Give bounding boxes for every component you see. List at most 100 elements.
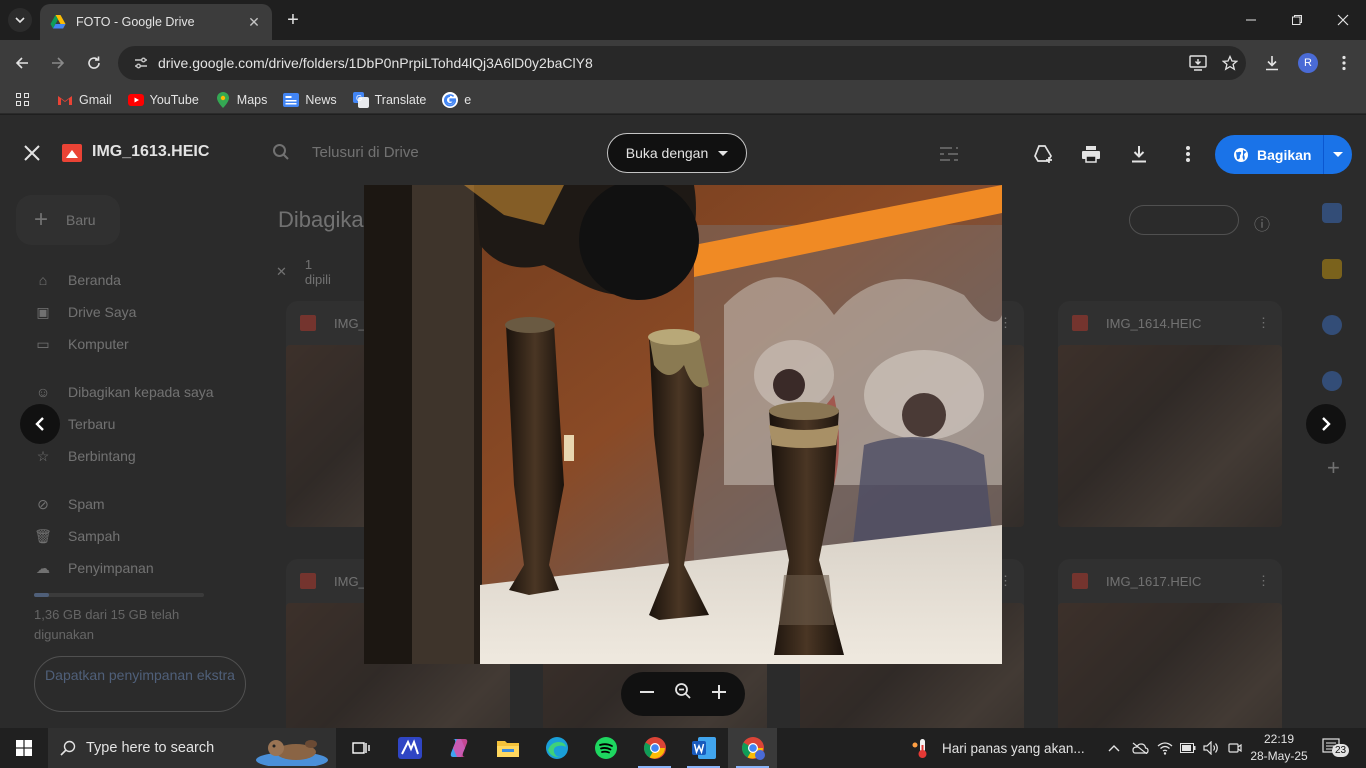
bookmark-star-icon[interactable]: [1214, 55, 1246, 71]
zoom-out-button[interactable]: [639, 683, 655, 706]
search-options-icon[interactable]: [935, 140, 963, 168]
minimize-icon: [1246, 19, 1256, 21]
word-button[interactable]: [679, 728, 728, 768]
nav-komputer[interactable]: ▭ Komputer: [34, 335, 128, 353]
download-button[interactable]: [1125, 140, 1153, 168]
close-viewer-button[interactable]: [20, 141, 44, 165]
apps-grid-icon[interactable]: [16, 93, 29, 106]
minimize-button[interactable]: [1228, 0, 1274, 40]
nav-dibagikan[interactable]: ☺ Dibagikan kepada saya: [34, 383, 214, 401]
more-vert-icon[interactable]: ⋮: [1257, 315, 1270, 331]
battery-icon[interactable]: [1180, 728, 1196, 768]
back-button[interactable]: [8, 49, 36, 77]
word-icon: [691, 737, 716, 759]
spotify-button[interactable]: [581, 728, 630, 768]
home-icon: ⌂: [38, 272, 48, 288]
volume-icon[interactable]: [1203, 728, 1219, 768]
address-bar[interactable]: drive.google.com/drive/folders/1DbP0nPrp…: [118, 46, 1246, 80]
copilot-icon: [450, 739, 467, 757]
taskbar-app-1[interactable]: [385, 728, 434, 768]
nav-drive-saya[interactable]: ▣ Drive Saya: [34, 303, 136, 321]
share-options-caret[interactable]: [1324, 152, 1352, 157]
more-actions-button[interactable]: [1174, 140, 1202, 168]
minus-icon: [639, 690, 654, 693]
zoom-reset-button[interactable]: [674, 682, 692, 706]
site-info-icon[interactable]: [126, 55, 156, 71]
new-tab-button[interactable]: +: [282, 9, 304, 31]
open-with-button[interactable]: Buka dengan: [607, 133, 747, 173]
browser-tab[interactable]: FOTO - Google Drive ✕: [40, 4, 272, 40]
file-explorer-button[interactable]: [483, 728, 532, 768]
bookmark-label: YouTube: [149, 92, 199, 107]
nav-label: Spam: [68, 496, 105, 512]
restore-button[interactable]: [1274, 0, 1320, 40]
copilot-button[interactable]: [434, 728, 483, 768]
bookmark-maps[interactable]: Maps: [215, 91, 267, 108]
chevron-up-icon: [1108, 745, 1120, 752]
chrome-button[interactable]: [630, 728, 679, 768]
file-thumbnail: [1058, 345, 1282, 527]
file-card[interactable]: IMG_1614.HEIC ⋮: [1058, 301, 1282, 527]
tasks-icon[interactable]: [1322, 315, 1342, 335]
nav-label: Drive Saya: [68, 304, 137, 320]
tab-search-button[interactable]: [8, 8, 32, 32]
nav-penyimpanan[interactable]: ☁ Penyimpanan: [34, 559, 154, 577]
drive-add-icon: [1034, 145, 1052, 163]
view-toggle[interactable]: [1129, 205, 1239, 235]
edge-button[interactable]: [532, 728, 581, 768]
camera-privacy-icon[interactable]: [1228, 728, 1242, 768]
print-button[interactable]: [1077, 140, 1105, 168]
clear-selection-icon[interactable]: ✕: [276, 264, 287, 280]
nav-sampah[interactable]: 🗑 Sampah: [34, 527, 120, 545]
share-button[interactable]: Bagikan: [1215, 135, 1352, 174]
keep-icon[interactable]: [1322, 259, 1342, 279]
nav-berbintang[interactable]: ☆ Berbintang: [34, 447, 136, 465]
weather-widget[interactable]: Hari panas yang akan...: [912, 728, 1085, 768]
close-window-button[interactable]: [1320, 0, 1366, 40]
add-addon-icon[interactable]: +: [1327, 455, 1340, 481]
bookmark-gmail[interactable]: Gmail: [57, 92, 112, 108]
onedrive-icon[interactable]: [1131, 728, 1149, 768]
chrome-menu-button[interactable]: [1330, 49, 1358, 77]
notification-center-button[interactable]: 23: [1322, 738, 1352, 758]
bookmark-youtube[interactable]: YouTube: [127, 92, 199, 108]
tab-close-icon[interactable]: ✕: [244, 12, 264, 32]
system-clock[interactable]: 22:19 28-May-25: [1247, 731, 1311, 765]
more-vert-icon: [1342, 55, 1346, 71]
drive-search[interactable]: Telusuri di Drive: [272, 138, 592, 166]
show-hidden-icons[interactable]: [1108, 728, 1120, 768]
reload-button[interactable]: [80, 49, 108, 77]
task-view-button[interactable]: [336, 728, 385, 768]
zoom-controls: [621, 672, 745, 716]
close-icon: [24, 145, 40, 161]
nav-label: Terbaru: [68, 416, 116, 432]
next-image-button[interactable]: [1306, 404, 1346, 444]
downloads-button[interactable]: [1258, 49, 1286, 77]
wifi-icon[interactable]: [1157, 728, 1173, 768]
contacts-icon[interactable]: [1322, 371, 1342, 391]
profile-avatar[interactable]: R: [1298, 53, 1318, 73]
install-app-icon[interactable]: [1182, 55, 1214, 71]
new-button[interactable]: + Baru: [16, 195, 120, 245]
info-icon[interactable]: ⓘ: [1254, 211, 1270, 235]
bookmark-translate[interactable]: G Translate: [352, 91, 426, 108]
chrome-icon: [643, 737, 666, 759]
more-vert-icon[interactable]: ⋮: [1257, 573, 1270, 589]
zoom-in-button[interactable]: [711, 683, 727, 706]
nav-beranda[interactable]: ⌂ Beranda: [34, 271, 121, 289]
bookmark-google[interactable]: e: [442, 91, 471, 108]
start-button[interactable]: [0, 728, 48, 768]
taskbar-search[interactable]: Type here to search: [48, 728, 336, 768]
nav-spam[interactable]: ⊘ Spam: [34, 495, 105, 513]
bookmark-news[interactable]: News: [283, 92, 337, 108]
youtube-icon: [127, 92, 144, 108]
chrome-profile-button[interactable]: [728, 728, 777, 768]
file-card[interactable]: IMG_1617.HEIC ⋮: [1058, 559, 1282, 728]
add-shortcut-button[interactable]: [1029, 140, 1057, 168]
previous-image-button[interactable]: [20, 404, 60, 444]
search-icon: [60, 740, 76, 756]
browser-toolbar: drive.google.com/drive/folders/1DbP0nPrp…: [0, 40, 1366, 86]
get-storage-button[interactable]: Dapatkan penyimpanan ekstra: [34, 656, 246, 712]
calendar-icon[interactable]: [1322, 203, 1342, 223]
forward-button[interactable]: [44, 49, 72, 77]
